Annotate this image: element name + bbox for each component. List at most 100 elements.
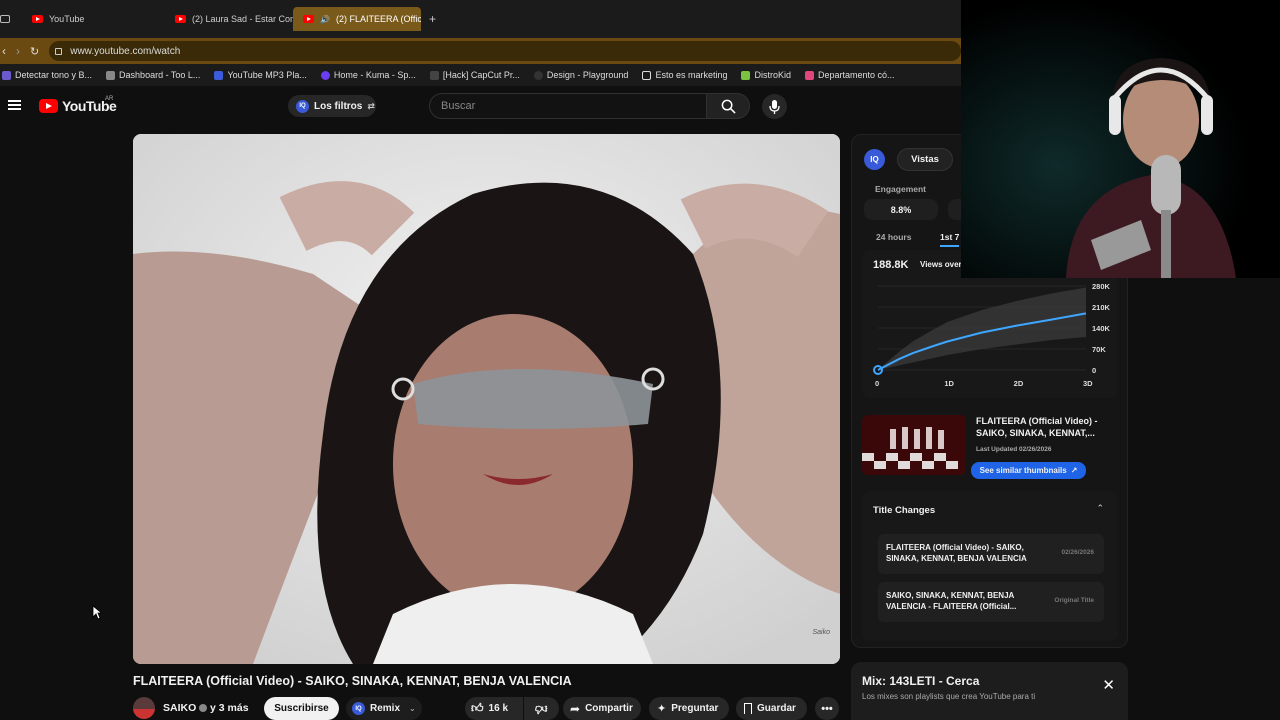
engagement-value: 8.8% [890, 204, 912, 215]
browser-tab-flaiteera[interactable]: 🔊 (2) FLAITEERA (Officia [293, 7, 421, 31]
iq-icon: IQ [352, 702, 365, 715]
like-button[interactable]: 👍︎ 16 k [465, 697, 523, 720]
bookmark-item[interactable]: Departamento có... [804, 70, 895, 80]
search-input[interactable]: Buscar [429, 93, 707, 119]
back-icon[interactable]: ‹ [2, 44, 6, 58]
bookmark-item[interactable]: Home - Kuma - Sp... [320, 70, 416, 80]
bookmark-item[interactable]: YouTube MP3 Pla... [214, 70, 307, 80]
bookmark-item[interactable]: Design - Playground [533, 70, 628, 80]
mix-subtitle: Los mixes son playlists que crea YouTube… [862, 692, 1036, 701]
video-thumbnail-image [862, 415, 966, 475]
video-player[interactable]: Saiko [133, 134, 840, 664]
chart-x-tick-label: 0 [875, 379, 879, 388]
similar-label: See similar thumbnails [979, 466, 1067, 475]
new-tab-button[interactable]: + [429, 12, 436, 26]
share-button[interactable]: ➦ Compartir [563, 697, 641, 720]
ask-button[interactable]: ✦ Preguntar [649, 697, 729, 720]
bookmark-label: Esto es marketing [655, 70, 728, 80]
youtube-play-icon [39, 99, 58, 113]
bookmark-favicon-icon [804, 70, 814, 80]
bookmarks-bar: Detectar tono y B... Dashboard - Too L..… [0, 64, 961, 86]
last-updated: Last Updated 02/26/2026 [976, 446, 1052, 453]
bookmark-favicon-icon [106, 70, 116, 80]
share-label: Compartir [585, 703, 633, 714]
iq-icon: IQ [296, 99, 309, 113]
bookmark-item[interactable]: [Hack] CapCut Pr... [429, 70, 520, 80]
range-24-hours[interactable]: 24 hours [876, 232, 911, 242]
iq-logo-icon: IQ [864, 149, 885, 170]
tab-views[interactable]: Vistas [897, 148, 953, 171]
url-field[interactable]: www.youtube.com/watch [49, 41, 961, 61]
youtube-favicon-icon [32, 15, 43, 23]
thumbnail-card[interactable] [862, 415, 966, 475]
browser-tab-laura-sad[interactable]: (2) Laura Sad - Estar Cont [165, 7, 293, 31]
collaborators-label[interactable]: y 3 más [210, 702, 249, 714]
video-frame-image [133, 134, 840, 664]
video-watermark: Saiko [812, 629, 830, 636]
browser-tab-bar: YouTube (2) Laura Sad - Estar Cont 🔊 (2)… [0, 0, 961, 38]
mouse-cursor-icon [92, 605, 102, 620]
title-changes-card: Title Changes ⌃ FLAITEERA (Official Vide… [862, 491, 1118, 641]
browser-tab-youtube[interactable]: YouTube [20, 7, 165, 31]
bookmark-label: Departamento có... [817, 70, 895, 80]
more-actions-button[interactable]: ••• [815, 697, 839, 720]
bookmark-favicon-icon [741, 70, 751, 80]
chart-y-tick-label: 210K [1092, 303, 1111, 312]
channel-name[interactable]: SAIKO [163, 702, 196, 714]
bookmark-item[interactable]: Dashboard - Too L... [106, 70, 200, 80]
chart-range-band [878, 287, 1086, 370]
hamburger-menu-icon[interactable] [8, 100, 21, 110]
title-changes-heading: Title Changes [873, 505, 936, 516]
share-icon: ➦ [570, 701, 581, 716]
forward-icon[interactable]: › [16, 44, 20, 58]
verified-icon [199, 704, 207, 712]
save-button[interactable]: Guardar [736, 697, 807, 720]
title-change-date: Original Title [1054, 597, 1094, 604]
title-change-text: FLAITEERA (Official Video) - SAIKO, SINA… [886, 543, 1027, 563]
bookmark-icon [744, 703, 752, 714]
remix-button[interactable]: IQ Remix ⌄ [346, 697, 422, 720]
bookmark-label: [Hack] CapCut Pr... [442, 70, 520, 80]
thumbnail-title: FLAITEERA (Official Video) - SAIKO, SINA… [976, 416, 1098, 438]
subscribe-button[interactable]: Suscribirse [264, 697, 339, 720]
filters-label: Los filtros [314, 100, 363, 112]
title-change-date: 02/26/2026 [1061, 549, 1094, 556]
lock-icon [55, 47, 63, 55]
address-bar-row: ‹ › ↻ www.youtube.com/watch [0, 38, 961, 64]
bookmark-item[interactable]: Detectar tono y B... [2, 70, 92, 80]
range-first-7[interactable]: 1st 7 [940, 232, 960, 247]
similar-thumbnails-button[interactable]: See similar thumbnails ↗ [971, 462, 1086, 479]
ask-label: Preguntar [671, 703, 719, 714]
external-link-icon: ↗ [1070, 466, 1078, 475]
sliders-icon: ⇄ [367, 100, 375, 111]
bookmark-favicon-icon [642, 70, 652, 80]
video-title: FLAITEERA (Official Video) - SAIKO, SINA… [133, 674, 572, 688]
bookmark-item[interactable]: Esto es marketing [642, 70, 727, 80]
chart-x-tick-label: 2D [1014, 379, 1024, 388]
thumbs-up-icon: 👍︎ [471, 701, 484, 715]
bookmark-item[interactable]: DistroKid [741, 70, 791, 80]
dislike-button[interactable]: 👍︎ [524, 697, 559, 720]
voice-search-button[interactable] [762, 94, 787, 119]
remix-label: Remix [370, 703, 401, 714]
webcam-image [961, 0, 1280, 278]
chart-y-tick-label: 0 [1092, 366, 1096, 375]
chart-x-tick-label: 3D [1083, 379, 1093, 388]
youtube-logo[interactable]: YouTube AR [39, 96, 117, 114]
filters-button[interactable]: IQ Los filtros ⇄ [288, 95, 376, 117]
tab-list-icon[interactable] [0, 15, 10, 23]
bookmark-label: Home - Kuma - Sp... [333, 70, 416, 80]
speaker-icon: 🔊 [320, 14, 330, 24]
channel-avatar[interactable] [133, 697, 155, 719]
search-button[interactable] [706, 93, 750, 119]
tab-label: YouTube [49, 14, 85, 24]
engagement-label: Engagement [875, 184, 927, 194]
mix-title[interactable]: Mix: 143LETI - Cerca [862, 674, 979, 688]
reload-icon[interactable]: ↻ [30, 45, 39, 58]
save-label: Guardar [757, 703, 796, 714]
title-change-row: FLAITEERA (Official Video) - SAIKO, SINA… [878, 534, 1104, 574]
close-icon[interactable]: ✕ [1102, 676, 1115, 694]
tab-label: (2) Laura Sad - Estar Cont [192, 14, 293, 24]
microphone-icon [769, 99, 780, 114]
chevron-up-icon[interactable]: ⌃ [1096, 503, 1104, 514]
